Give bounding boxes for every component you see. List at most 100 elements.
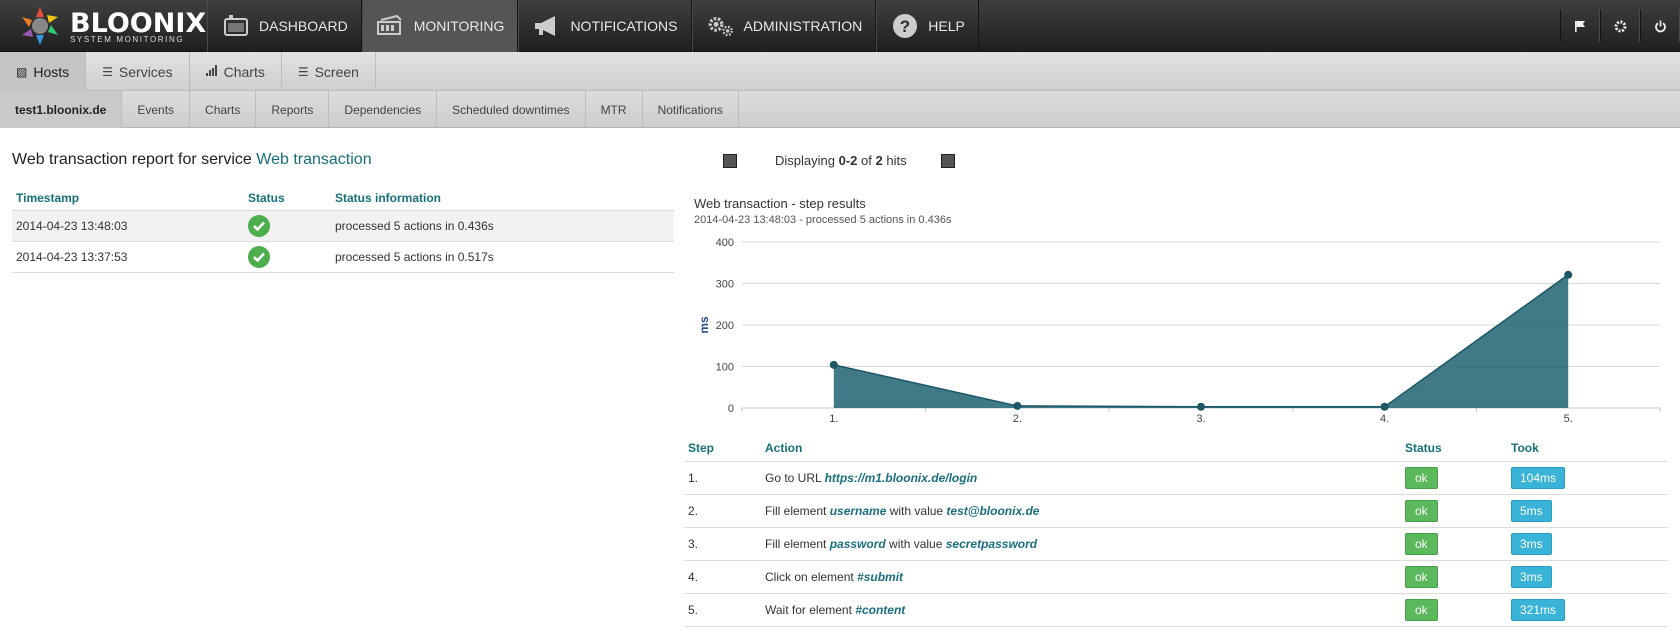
tab-screen[interactable]: ☰ Screen (282, 52, 376, 91)
step-status: ok (1401, 460, 1507, 494)
y-axis-label: ms (697, 316, 711, 334)
pager-prev-button[interactable] (723, 153, 737, 168)
step-action: Fill element username with value test@bl… (761, 493, 1401, 527)
top-navbar: BLOONIX SYSTEM MONITORING DASHBOARD MONI… (0, 0, 1680, 52)
action-value: test@bloonix.de (946, 503, 1040, 518)
bloonix-logo-icon (22, 7, 58, 45)
section-tabs: ▧ Hosts ☰ Services Charts ☰ Screen (0, 52, 1680, 91)
action-value: password (829, 536, 886, 551)
step-row: 3. Fill element password with value secre… (684, 526, 1668, 560)
nav-dashboard-label: DASHBOARD (259, 18, 348, 34)
help-icon: ? (891, 12, 919, 40)
pager-next-button[interactable] (940, 153, 955, 168)
chart-subtitle: 2014-04-23 13:48:03 - processed 5 action… (694, 214, 952, 226)
svg-text:?: ? (900, 17, 910, 36)
nav-dashboard[interactable]: DASHBOARD (207, 0, 362, 52)
step-row: 5. Wait for element #content ok 321ms (684, 592, 1668, 627)
data-point (1380, 402, 1389, 411)
tab-services[interactable]: ☰ Services (86, 52, 190, 91)
step-number: 5. (684, 592, 761, 627)
host-tab-reports[interactable]: Reports (256, 91, 330, 128)
nav-monitoring-label: MONITORING (413, 18, 505, 34)
bar-chart-icon (205, 64, 218, 79)
action-text: Click on element (765, 569, 858, 584)
series-area (833, 274, 1569, 408)
pager: Displaying 0-2 of 2 hits (723, 153, 955, 168)
step-took: 104ms (1507, 460, 1668, 494)
action-text: Go to URL (765, 470, 825, 485)
row-timestamp: 2014-04-23 13:37:53 (12, 240, 244, 273)
tab-hosts-label: Hosts (33, 63, 70, 80)
step-row: 2. Fill element username with value test@… (684, 493, 1668, 527)
step-number: 2. (684, 493, 761, 527)
host-tab-events[interactable]: Events (122, 91, 191, 128)
nav-monitoring[interactable]: MONITORING (361, 0, 519, 52)
step-action: Wait for element #content (761, 592, 1401, 627)
step-number: 3. (684, 526, 761, 560)
y-tick-label: 300 (716, 279, 734, 291)
ok-check-icon (248, 245, 270, 268)
table-row[interactable]: 2014-04-23 13:37:53 processed 5 actions … (12, 240, 674, 273)
action-text: with value (886, 503, 947, 518)
screen-icon: ☰ (297, 64, 309, 79)
power-icon (1654, 20, 1666, 32)
row-status (244, 209, 331, 241)
host-tab-charts[interactable]: Charts (190, 91, 257, 128)
col-action[interactable]: Action (761, 435, 1401, 461)
col-status-information[interactable]: Status information (331, 186, 674, 210)
report-title: Web transaction report for service Web t… (12, 151, 372, 169)
step-took: 3ms (1507, 526, 1668, 560)
brand-logo[interactable]: BLOONIX SYSTEM MONITORING (18, 5, 206, 47)
col-step[interactable]: Step (684, 435, 761, 461)
action-text: Wait for element (765, 602, 856, 617)
x-tick-label: 1. (829, 413, 838, 425)
step-status: ok (1401, 526, 1507, 560)
host-tab-notifications[interactable]: Notifications (643, 91, 739, 128)
host-tab-scheduled-downtimes[interactable]: Scheduled downtimes (437, 91, 586, 128)
col-step-status[interactable]: Status (1401, 435, 1507, 461)
gears-icon (707, 12, 735, 40)
service-link[interactable]: Web transaction (256, 151, 371, 168)
host-tab-mtr[interactable]: MTR (586, 91, 643, 128)
action-text: with value (885, 536, 946, 551)
host-tab-dependencies[interactable]: Dependencies (329, 91, 438, 128)
step-number: 1. (684, 460, 761, 494)
status-badge: ok (1405, 598, 1438, 621)
action-value: secretpassword (945, 536, 1038, 551)
row-timestamp: 2014-04-23 13:48:03 (12, 209, 244, 241)
table-row[interactable]: 2014-04-23 13:48:03 processed 5 actions … (12, 209, 674, 241)
flag-button[interactable] (1560, 10, 1600, 42)
action-text: Fill element (765, 536, 830, 551)
step-took: 321ms (1507, 592, 1668, 627)
host-tab-overview[interactable]: test1.bloonix.de (0, 91, 123, 128)
ok-check-icon (248, 214, 270, 237)
logout-button[interactable] (1640, 10, 1680, 42)
step-took: 5ms (1507, 493, 1668, 527)
x-tick-label: 2. (1013, 413, 1022, 425)
report-title-prefix: Web transaction report for service (12, 151, 252, 168)
tab-hosts[interactable]: ▧ Hosts (0, 52, 87, 91)
data-point (1197, 402, 1205, 411)
nav-notifications[interactable]: NOTIFICATIONS (518, 0, 692, 52)
tab-charts-label: Charts (223, 63, 265, 80)
tab-charts[interactable]: Charts (190, 52, 282, 91)
step-results-chart: 0 100 200 300 400 ms 1. 2. 3. 4. 5. (697, 237, 1661, 425)
col-took[interactable]: Took (1507, 435, 1668, 461)
chart-title: Web transaction - step results (694, 196, 866, 211)
settings-button[interactable] (1600, 10, 1640, 42)
step-action: Fill element password with value secretp… (761, 526, 1401, 560)
nav-administration[interactable]: ADMINISTRATION (691, 0, 877, 52)
nav-help[interactable]: ? HELP (876, 0, 979, 52)
x-tick-label: 3. (1196, 413, 1205, 425)
step-status: ok (1401, 559, 1507, 593)
megaphone-icon (533, 12, 561, 40)
col-timestamp[interactable]: Timestamp (12, 186, 244, 210)
y-tick-label: 0 (728, 403, 734, 415)
action-text: Fill element (765, 503, 830, 518)
action-value: username (829, 503, 887, 518)
col-status[interactable]: Status (244, 186, 331, 210)
row-info: processed 5 actions in 0.436s (331, 209, 674, 241)
list-icon: ☰ (102, 64, 113, 79)
action-value: #content (855, 602, 906, 617)
brand-tagline: SYSTEM MONITORING (70, 35, 185, 44)
